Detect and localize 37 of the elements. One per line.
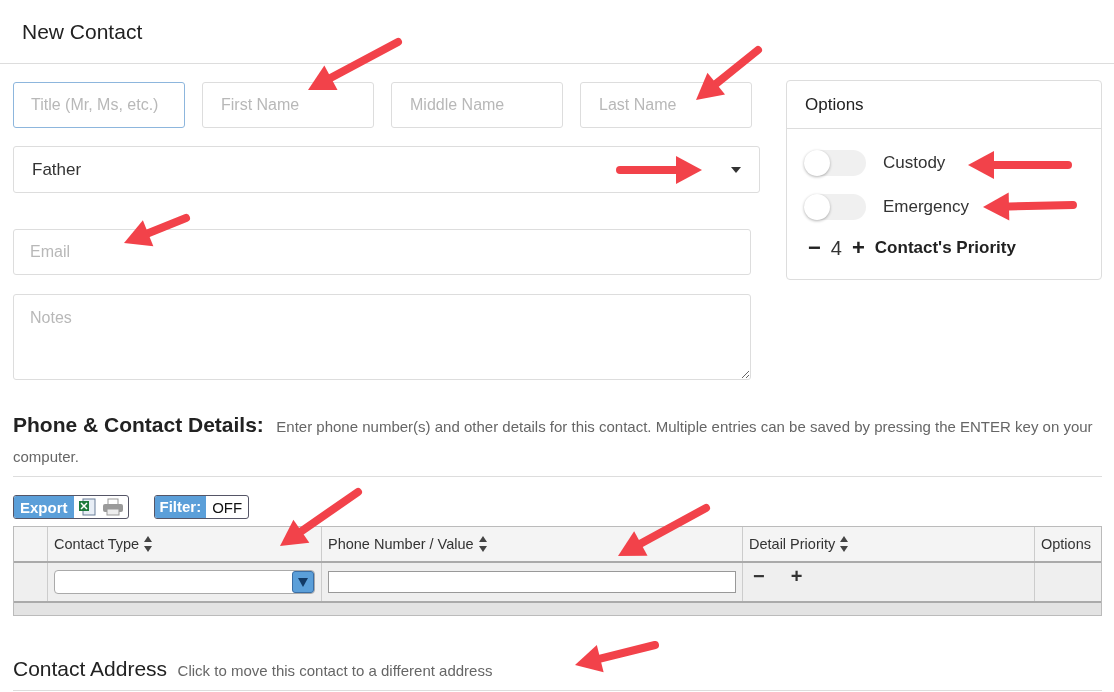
section-heading-text: Phone & Contact Details: Enter phone number(s) and other details for this contact. Multiple entries can be saved by pressing the ENTER key on your computer. (13, 412, 1094, 467)
printer-icon[interactable] (101, 498, 124, 516)
sort-icon[interactable] (840, 536, 849, 552)
options-title: Options (787, 81, 1101, 129)
name-input-field[interactable]: Title (Mr, Ms, etc.) (13, 82, 185, 128)
filter-toggle[interactable]: Filter: OFF (153, 495, 250, 519)
name-input-field[interactable]: First Name (202, 82, 374, 128)
phone-input-field[interactable] (328, 571, 736, 593)
notes-textarea[interactable]: Notes (13, 294, 751, 380)
page-title: New Contact (22, 19, 143, 44)
spreadsheet-icon[interactable] (77, 498, 98, 516)
toggle-label: Emergency (883, 197, 969, 217)
toggle-switch[interactable] (804, 194, 866, 220)
sort-icon[interactable] (478, 536, 487, 552)
column-header[interactable]: Phone Number / Value (328, 536, 474, 552)
caret-icon (731, 166, 741, 173)
annotation-arrow (696, 46, 762, 100)
name-input-field[interactable]: Middle Name (391, 82, 563, 128)
annotation-arrow (124, 214, 190, 247)
sort-icon[interactable] (144, 536, 153, 552)
contact-type-dropdown[interactable] (54, 570, 315, 594)
decrease-button[interactable]: − (804, 235, 825, 261)
increase-button[interactable]: + (848, 235, 869, 261)
increase-button[interactable]: + (788, 565, 805, 588)
column-header[interactable]: Detail Priority (749, 536, 836, 552)
column-header[interactable]: Options (1041, 536, 1091, 552)
address-link[interactable]: Click to move this contact to a different address (177, 662, 493, 679)
name-input-field[interactable]: Last Name (580, 82, 752, 128)
decrease-button[interactable]: − (751, 565, 767, 588)
priority-label: Contact's Priority (874, 238, 1016, 258)
column-header[interactable]: Contact Type (54, 536, 140, 552)
section-title: Contact Address (13, 657, 168, 680)
toggle-label: Custody (883, 153, 946, 173)
email-input-field[interactable]: Email (13, 229, 751, 275)
toggle-switch[interactable] (804, 150, 866, 176)
relationship-dropdown[interactable]: Father (13, 146, 760, 193)
priority-value: 4 (830, 236, 842, 260)
